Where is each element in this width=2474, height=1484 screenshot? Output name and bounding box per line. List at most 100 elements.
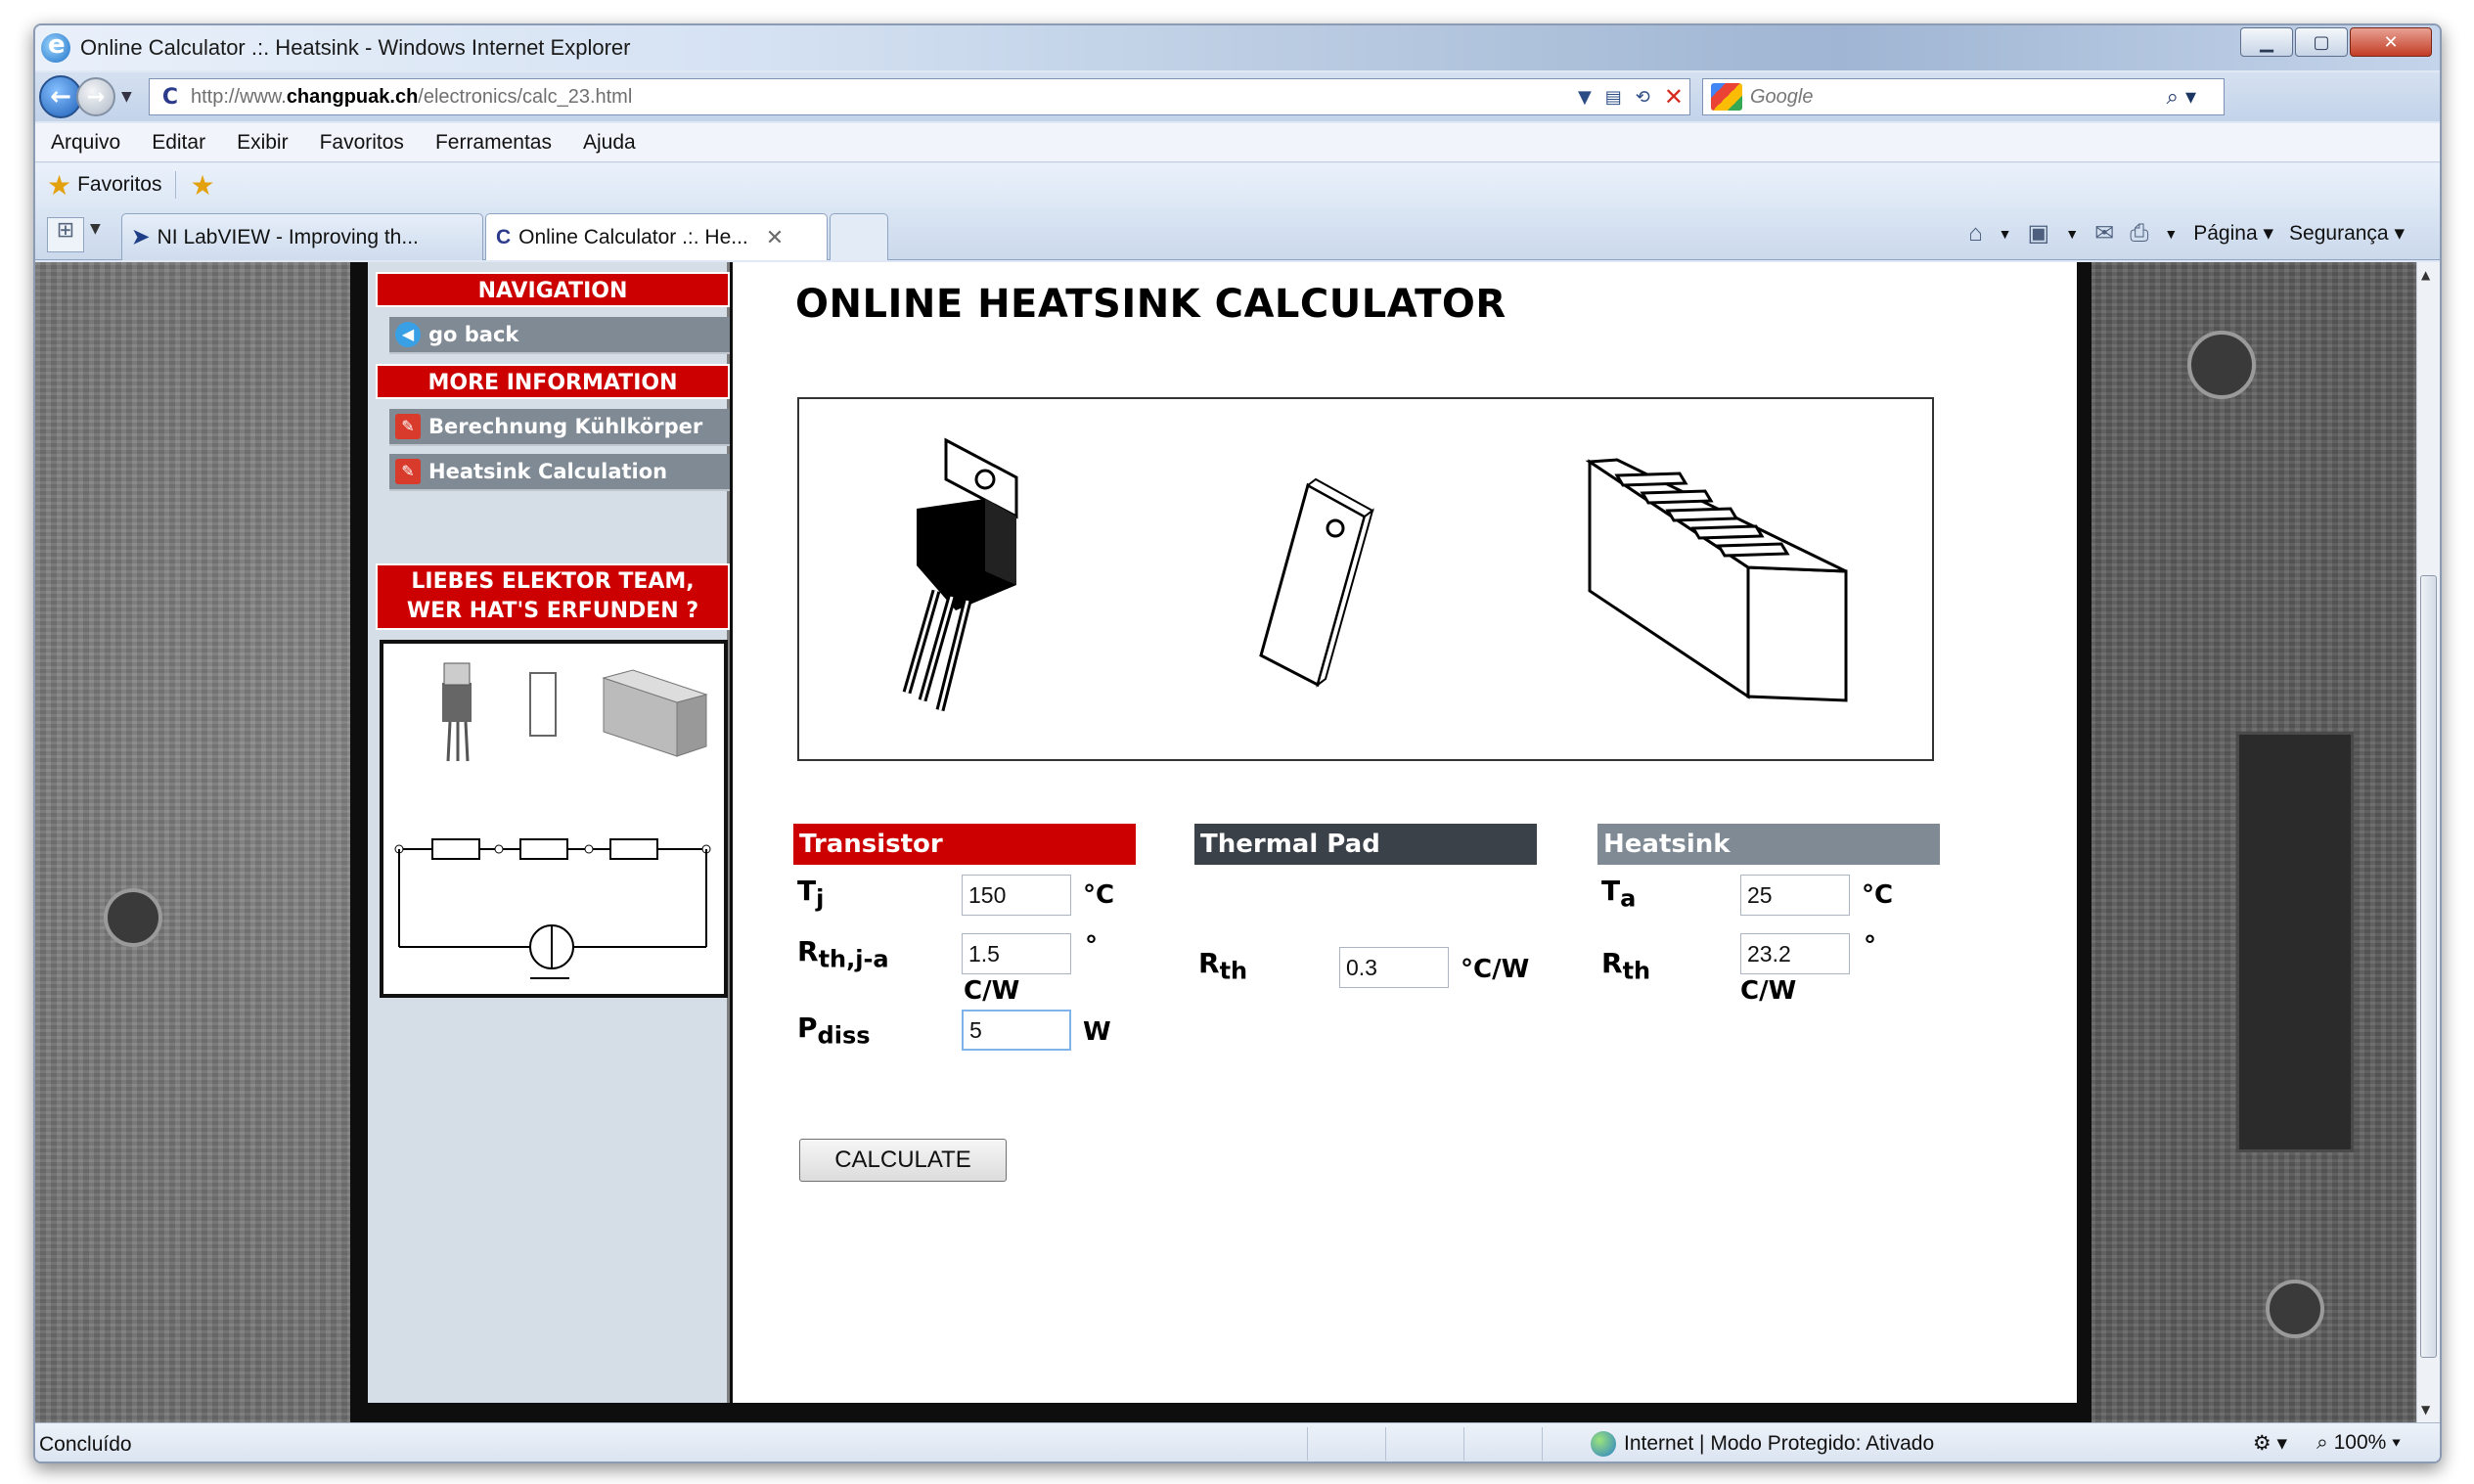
address-toolbar: ← → ▼ C http://www.changpuak.ch/electron… [35,72,2440,121]
thermal-circuit-illustration [394,662,711,979]
menu-favoritos[interactable]: Favoritos [320,131,404,155]
ta-unit: °C [1862,880,1894,910]
vertical-scrollbar[interactable]: ▲ ▼ [2416,262,2440,1422]
heatsink-rth-label: Rth [1601,947,1651,985]
tab-online-calculator[interactable]: C Online Calculator .:. He... ✕ [485,213,828,260]
compatibility-view-icon[interactable]: ▤ [1605,87,1622,108]
pdiss-input[interactable] [962,1010,1071,1051]
command-bar: ⌂ ▼ ▣ ▼ ✉ ⎙ ▼ Página ▾ Segurança ▾ [1968,219,2405,247]
tj-label: Tj [797,875,825,913]
labview-icon: ➤ [132,226,150,248]
refresh-icon[interactable]: ⟲ [1636,87,1650,108]
ie-logo-icon [41,30,70,63]
close-window-button[interactable]: ✕ [2350,27,2432,57]
menu-editar[interactable]: Editar [152,131,205,155]
recent-pages-dropdown[interactable]: ▼ [121,89,139,105]
page-frame: NAVIGATION ◀ go back MORE INFORMATION ✎ … [350,262,2092,1422]
status-divider [1542,1427,1543,1461]
quick-tabs-icon[interactable]: ⊞ [47,217,84,252]
search-input[interactable]: Google [1750,86,2167,109]
google-icon [1711,83,1742,111]
title-bar: Online Calculator .:. Heatsink - Windows… [35,25,2440,70]
window-title: Online Calculator .:. Heatsink - Windows… [80,35,631,60]
print-dropdown-icon[interactable]: ▼ [2164,226,2178,242]
go-back-link[interactable]: ◀ go back [389,317,730,354]
rth-ja-input[interactable] [962,933,1071,974]
home-icon[interactable]: ⌂ [1968,220,1983,247]
stop-icon[interactable]: ✕ [1664,83,1684,111]
favorites-separator [175,171,177,199]
security-zone[interactable]: Internet | Modo Protegido: Ativado [1591,1431,1934,1457]
favorites-star-icon[interactable]: ★ [47,169,71,202]
promo-banner[interactable]: LIEBES ELEKTOR TEAM, WER HAT'S ERFUNDEN … [376,563,730,630]
window-controls: ▁ ▢ ✕ [2240,27,2432,57]
tab-label: NI LabVIEW - Improving th... [157,225,419,248]
pad-rth-input[interactable] [1339,947,1449,988]
favorites-button[interactable]: Favoritos [77,173,161,197]
new-tab-button[interactable] [830,213,888,260]
go-back-label: go back [428,323,519,346]
menu-arquivo[interactable]: Arquivo [51,131,120,155]
menu-bar: Arquivo Editar Exibir Favoritos Ferramen… [35,123,2440,162]
page-title: ONLINE HEATSINK CALCULATOR [795,282,1507,327]
heatsink-calculation-link[interactable]: ✎ Heatsink Calculation [389,454,730,491]
forward-button[interactable]: → [76,77,115,116]
berechnung-link[interactable]: ✎ Berechnung Kühlkörper [389,409,730,446]
tab-list-dropdown[interactable]: ▼ [90,221,101,237]
minimize-button[interactable]: ▁ [2240,27,2293,57]
page-menu[interactable]: Página ▾ [2193,221,2273,246]
pdiss-unit: W [1083,1017,1111,1047]
security-menu[interactable]: Segurança ▾ [2289,221,2405,246]
close-tab-icon[interactable]: ✕ [766,225,784,250]
tj-input[interactable] [962,875,1071,916]
status-bar: Concluído Internet | Modo Protegido: Ati… [35,1422,2440,1462]
protected-mode-icon[interactable]: ⚙ ▾ [2253,1431,2287,1456]
status-text: Concluído [39,1433,132,1456]
menu-ajuda[interactable]: Ajuda [583,131,636,155]
sidebar: NAVIGATION ◀ go back MORE INFORMATION ✎ … [368,262,730,1403]
tab-labview[interactable]: ➤ NI LabVIEW - Improving th... [121,213,483,260]
address-bar[interactable]: C http://www.changpuak.ch/electronics/ca… [149,78,1690,115]
url-text[interactable]: http://www.changpuak.ch/electronics/calc… [191,86,632,109]
home-dropdown-icon[interactable]: ▼ [1999,226,2012,242]
berechnung-label: Berechnung Kühlkörper [428,415,703,438]
calculate-button[interactable]: CALCULATE [799,1139,1007,1182]
back-arrow-icon: ◀ [395,322,421,347]
menu-exibir[interactable]: Exibir [237,131,289,155]
zoom-control[interactable]: ⌕ 100% ▾ [2317,1431,2401,1456]
promo-line-2: WER HAT'S ERFUNDEN ? [406,599,699,623]
pdiss-label: Pdiss [797,1012,871,1050]
menu-ferramentas[interactable]: Ferramentas [435,131,552,155]
pad-rth-unit: °C/W [1461,955,1530,984]
pad-rth-label: Rth [1198,947,1248,985]
promo-line-1: LIEBES ELEKTOR TEAM, [411,569,695,594]
thermal-circuit-thumbnail [380,640,728,998]
search-magnifier-icon[interactable]: ⌕ ▾ [2167,85,2196,110]
address-tools: ▼ ▤ ⟲ ✕ [1578,83,1684,111]
mail-icon[interactable]: ✉ [2094,219,2114,247]
heatsink-rth-unit-degree: ° [1864,931,1876,961]
globe-icon [1591,1431,1616,1457]
site-favicon-icon: C [161,84,179,110]
scroll-down-icon[interactable]: ▼ [2421,1403,2430,1417]
more-information-header: MORE INFORMATION [376,364,730,399]
feeds-dropdown-icon[interactable]: ▼ [2065,226,2079,242]
pcb-chip-decoration [2236,732,2354,1152]
address-dropdown-icon[interactable]: ▼ [1578,87,1592,108]
add-favorite-icon[interactable]: ★ [190,169,214,202]
changpuak-icon: C [496,225,512,248]
scroll-up-icon[interactable]: ▲ [2421,268,2430,282]
ta-input[interactable] [1740,875,1850,916]
maximize-button[interactable]: ▢ [2295,27,2348,57]
zone-text: Internet | Modo Protegido: Ativado [1624,1432,1935,1455]
search-bar[interactable]: Google ⌕ ▾ [1702,78,2225,115]
print-icon[interactable]: ⎙ [2130,220,2148,247]
page-viewport: NAVIGATION ◀ go back MORE INFORMATION ✎ … [35,262,2420,1422]
ta-label: Ta [1601,875,1637,913]
feeds-icon[interactable]: ▣ [2028,219,2050,247]
rth-ja-label: Rth,j-a [797,935,889,973]
heatsink-rth-input[interactable] [1740,933,1850,974]
scroll-thumb[interactable] [2420,575,2437,1358]
tj-unit: °C [1083,880,1115,910]
pdf-icon: ✎ [395,459,421,484]
